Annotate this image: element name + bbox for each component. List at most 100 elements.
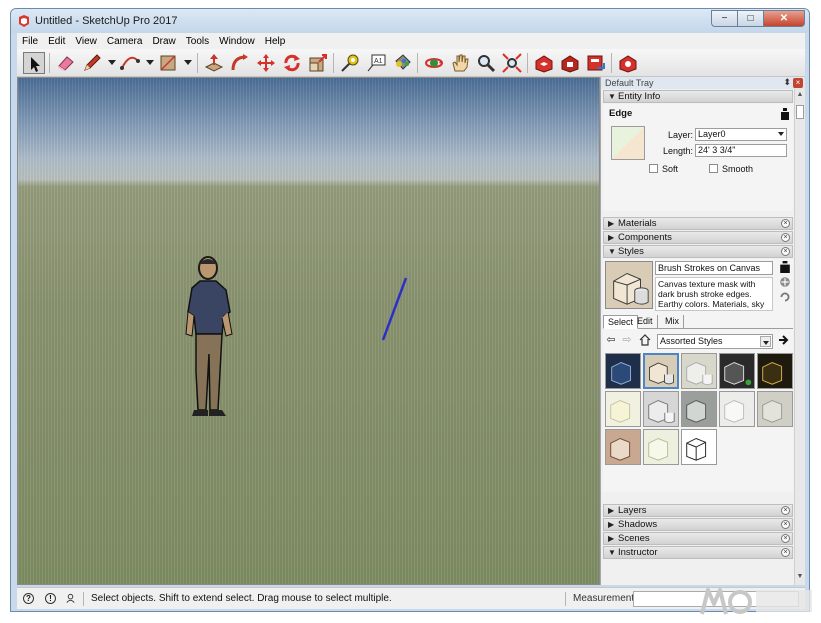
close-icon[interactable]: ×: [781, 548, 790, 557]
pin-icon[interactable]: ⬍: [783, 77, 791, 88]
menu-camera[interactable]: Camera: [102, 36, 148, 47]
scale-figure-person[interactable]: [178, 254, 242, 422]
details-arrow-icon[interactable]: [777, 334, 789, 346]
send-to-layout-button[interactable]: [585, 52, 607, 74]
close-icon[interactable]: ×: [781, 247, 790, 256]
tray-close-button[interactable]: ×: [793, 78, 803, 88]
style-collection-select[interactable]: Assorted Styles: [657, 334, 773, 349]
home-icon[interactable]: [639, 334, 651, 346]
scroll-down-icon[interactable]: ▼: [795, 573, 805, 583]
close-icon[interactable]: ×: [781, 506, 790, 515]
tray-scrollbar[interactable]: ▲ ▼: [794, 89, 805, 585]
zoom-extents-tool-button[interactable]: [501, 52, 523, 74]
menu-tools[interactable]: Tools: [181, 36, 214, 47]
layer-select[interactable]: Layer0: [695, 128, 787, 141]
close-icon[interactable]: ×: [781, 219, 790, 228]
pencil-tool-button[interactable]: [81, 52, 103, 74]
rotate-tool-button[interactable]: [281, 52, 303, 74]
paint-bucket-tool-button[interactable]: [391, 52, 413, 74]
pencil-dropdown-chevron-icon[interactable]: [108, 60, 116, 65]
orbit-tool-button[interactable]: [423, 52, 445, 74]
style-thumbnail[interactable]: [719, 391, 755, 427]
close-icon[interactable]: ×: [781, 520, 790, 529]
geo-location-icon[interactable]: ?: [23, 593, 34, 604]
shadows-label: Shadows: [618, 519, 658, 530]
arc-dropdown-chevron-icon[interactable]: [146, 60, 154, 65]
style-thumbnail[interactable]: [681, 391, 717, 427]
style-thumbnail[interactable]: [605, 353, 641, 389]
minimize-button[interactable]: −: [711, 10, 737, 27]
user-account-icon[interactable]: [65, 593, 76, 604]
entity-info-options-icon[interactable]: [781, 108, 789, 120]
back-arrow-icon[interactable]: ⇦: [605, 334, 617, 346]
arc-tool-button[interactable]: [119, 52, 141, 74]
maximize-button[interactable]: □: [737, 10, 763, 27]
scale-tool-button[interactable]: [307, 52, 329, 74]
shadows-panel-header[interactable]: ▶ Shadows ×: [603, 518, 793, 531]
menu-draw[interactable]: Draw: [147, 36, 180, 47]
style-thumbnail[interactable]: [605, 391, 641, 427]
zoom-tool-button[interactable]: [475, 52, 497, 74]
title-bar[interactable]: Untitled - SketchUp Pro 2017 − □ ✕: [11, 9, 809, 33]
close-button[interactable]: ✕: [763, 10, 805, 27]
menu-window[interactable]: Window: [214, 36, 260, 47]
selected-edge-line[interactable]: [380, 276, 408, 342]
extension-manager-button[interactable]: [617, 52, 639, 74]
menu-view[interactable]: View: [70, 36, 102, 47]
tab-mix[interactable]: Mix: [661, 315, 684, 329]
scenes-panel-header[interactable]: ▶ Scenes ×: [603, 532, 793, 545]
styles-panel-header[interactable]: ▼ Styles ×: [603, 245, 793, 258]
credits-icon[interactable]: !: [45, 593, 56, 604]
style-name-field[interactable]: Brush Strokes on Canvas: [655, 261, 773, 275]
move-tool-button[interactable]: [255, 52, 277, 74]
update-style-icon[interactable]: [779, 291, 791, 303]
style-thumbnail[interactable]: [643, 391, 679, 427]
style-thumbnail[interactable]: [681, 429, 717, 465]
forward-arrow-icon[interactable]: ⇨: [621, 334, 633, 346]
extension-warehouse-button[interactable]: [559, 52, 581, 74]
soft-label: Soft: [662, 164, 679, 174]
rectangle-tool-button[interactable]: [157, 52, 179, 74]
style-thumbnail[interactable]: [605, 429, 641, 465]
style-thumbnail[interactable]: [757, 353, 793, 389]
style-thumbnail-selected[interactable]: [643, 353, 679, 389]
close-icon[interactable]: ×: [781, 233, 790, 242]
close-icon[interactable]: ×: [781, 534, 790, 543]
push-pull-tool-button[interactable]: [203, 52, 225, 74]
style-details-icon[interactable]: [779, 261, 791, 273]
menu-edit[interactable]: Edit: [43, 36, 70, 47]
material-swatch[interactable]: [611, 126, 645, 160]
materials-panel-header[interactable]: ▶ Materials ×: [603, 217, 793, 230]
components-panel-header[interactable]: ▶ Components ×: [603, 231, 793, 244]
style-description-field[interactable]: Canvas texture mask with dark brush stro…: [655, 277, 773, 311]
expand-arrow-icon: ▶: [608, 219, 615, 228]
shape-dropdown-chevron-icon[interactable]: [184, 60, 192, 65]
layers-panel-header[interactable]: ▶ Layers ×: [603, 504, 793, 517]
style-thumbnail[interactable]: [681, 353, 717, 389]
smooth-checkbox[interactable]: [709, 164, 718, 173]
create-style-icon[interactable]: [779, 276, 791, 288]
collapse-arrow-icon: ▼: [608, 92, 616, 101]
menu-help[interactable]: Help: [260, 36, 291, 47]
length-field[interactable]: 24' 3 3/4": [695, 144, 787, 157]
follow-me-tool-button[interactable]: [229, 52, 251, 74]
scroll-thumb[interactable]: [796, 105, 804, 119]
select-tool-button[interactable]: [23, 52, 45, 74]
status-message: Select objects. Shift to extend select. …: [91, 593, 392, 604]
soft-checkbox[interactable]: [649, 164, 658, 173]
toolbar-separator: [197, 53, 198, 73]
text-tool-button[interactable]: A1: [365, 52, 387, 74]
entity-info-panel-header[interactable]: ▼ Entity Info: [603, 90, 793, 103]
style-thumbnail[interactable]: [757, 391, 793, 427]
style-thumbnail[interactable]: [643, 429, 679, 465]
tape-measure-tool-button[interactable]: [339, 52, 361, 74]
menu-file[interactable]: File: [17, 36, 43, 47]
tab-edit[interactable]: Edit: [633, 315, 658, 329]
scroll-up-icon[interactable]: ▲: [795, 91, 805, 101]
drawing-area-viewport[interactable]: [17, 77, 600, 585]
3d-warehouse-button[interactable]: [533, 52, 555, 74]
eraser-tool-button[interactable]: [55, 52, 77, 74]
instructor-panel-header[interactable]: ▼ Instructor ×: [603, 546, 793, 559]
pan-tool-button[interactable]: [449, 52, 471, 74]
style-thumbnail[interactable]: [719, 353, 755, 389]
